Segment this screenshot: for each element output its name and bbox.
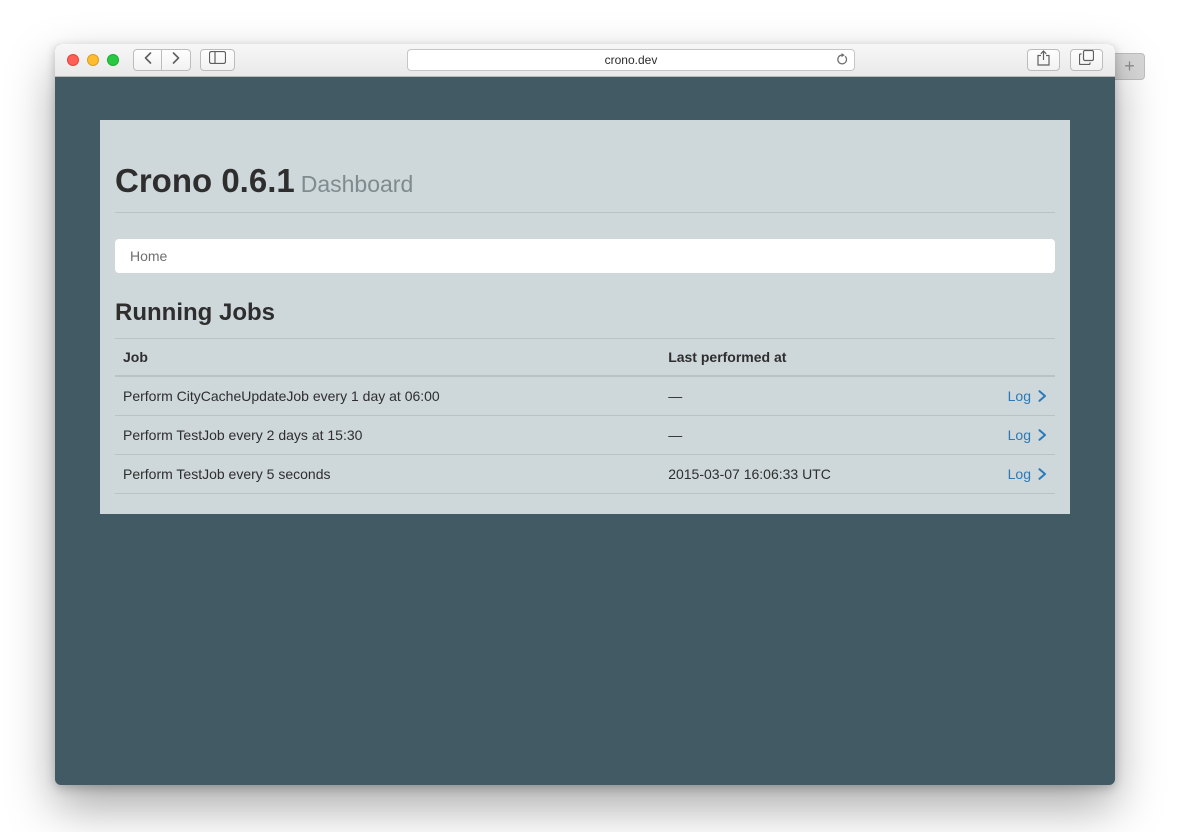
chevron-left-icon	[144, 51, 152, 69]
table-row: Perform TestJob every 2 days at 15:30 — …	[115, 416, 1055, 455]
new-tab-button[interactable]: +	[1114, 53, 1145, 80]
sidebar-icon	[209, 51, 226, 69]
chevron-right-icon	[1038, 429, 1047, 441]
reload-button[interactable]	[833, 53, 849, 69]
forward-button[interactable]	[162, 49, 191, 71]
page-title: Crono 0.6.1Dashboard	[115, 162, 1055, 200]
back-button[interactable]	[133, 49, 162, 71]
log-link[interactable]: Log	[1008, 388, 1047, 404]
chevron-right-icon	[1038, 390, 1047, 402]
traffic-lights	[67, 54, 119, 66]
table-row: Perform TestJob every 5 seconds 2015-03-…	[115, 455, 1055, 494]
log-link[interactable]: Log	[1008, 466, 1047, 482]
zoom-window-button[interactable]	[107, 54, 119, 66]
minimize-window-button[interactable]	[87, 54, 99, 66]
address-bar-url: crono.dev	[605, 53, 658, 67]
plus-icon: +	[1124, 56, 1135, 77]
log-cell: Log	[914, 455, 1055, 494]
last-performed-cell: —	[660, 376, 914, 416]
sidebar-toggle-button[interactable]	[200, 49, 235, 71]
dashboard-card: Crono 0.6.1Dashboard Home Running Jobs J…	[100, 120, 1070, 514]
browser-window: + crono.dev	[55, 44, 1115, 785]
chevron-right-icon	[1038, 468, 1047, 480]
breadcrumb-item-home: Home	[130, 248, 1040, 264]
page-header: Crono 0.6.1Dashboard	[115, 120, 1055, 213]
share-button[interactable]	[1027, 49, 1060, 71]
job-cell: Perform TestJob every 5 seconds	[115, 455, 660, 494]
nav-buttons	[133, 49, 191, 71]
browser-toolbar: crono.dev	[55, 44, 1115, 77]
table-header-row: Job Last performed at	[115, 339, 1055, 377]
breadcrumb: Home	[115, 239, 1055, 273]
header-log	[914, 339, 1055, 377]
share-icon	[1037, 50, 1050, 71]
last-performed-cell: 2015-03-07 16:06:33 UTC	[660, 455, 914, 494]
section-title: Running Jobs	[115, 299, 1055, 327]
chevron-right-icon	[172, 51, 180, 69]
reload-icon	[835, 53, 848, 69]
job-cell: Perform CityCacheUpdateJob every 1 day a…	[115, 376, 660, 416]
log-cell: Log	[914, 416, 1055, 455]
close-window-button[interactable]	[67, 54, 79, 66]
last-performed-cell: —	[660, 416, 914, 455]
table-row: Perform CityCacheUpdateJob every 1 day a…	[115, 376, 1055, 416]
header-job: Job	[115, 339, 660, 377]
job-cell: Perform TestJob every 2 days at 15:30	[115, 416, 660, 455]
log-link[interactable]: Log	[1008, 427, 1047, 443]
page-subtitle: Dashboard	[301, 171, 414, 197]
running-jobs-table: Job Last performed at Perform CityCacheU…	[115, 338, 1055, 494]
tab-overview-button[interactable]	[1070, 49, 1103, 71]
header-last-performed: Last performed at	[660, 339, 914, 377]
tab-overview-icon	[1079, 50, 1094, 70]
log-cell: Log	[914, 376, 1055, 416]
web-page: Crono 0.6.1Dashboard Home Running Jobs J…	[55, 77, 1115, 784]
address-bar[interactable]: crono.dev	[407, 49, 855, 71]
